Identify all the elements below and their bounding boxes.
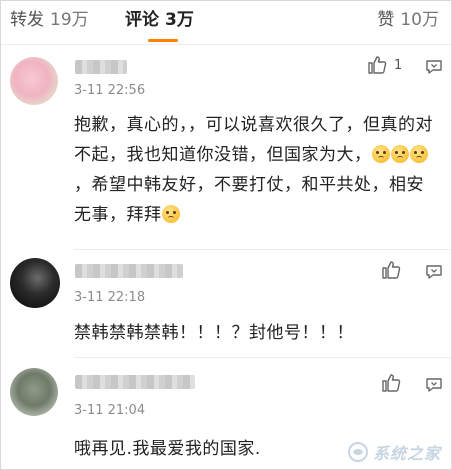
tab-comment-count: 3万 [165,10,194,30]
like-button[interactable] [381,260,401,280]
watermark: 系统之家 [347,440,441,464]
comment-item: 3-11 22:18 禁韩禁韩禁韩！！！？封他号！！！ [1,250,451,358]
comment-menu-icon [426,265,442,279]
username-blurred[interactable] [75,264,183,278]
comment-time: 3-11 21:04 [74,403,146,418]
tab-comment[interactable]: 评论 3万 [125,9,194,31]
sad-face-emoji [371,145,390,163]
tab-comment-label: 评论 [125,10,159,30]
tab-like[interactable]: 赞 10万 [377,9,439,31]
comment-time: 3-11 22:18 [74,290,146,305]
worried-face-emoji [390,145,409,163]
tab-repost[interactable]: 转发 19万 [10,9,89,31]
comment-menu-icon [426,378,442,392]
crying-face-emoji [409,145,428,163]
tab-repost-label: 转发 [10,10,44,30]
tab-repost-count: 19万 [50,10,89,30]
thumbs-up-icon [368,56,387,74]
comment-menu-button[interactable] [425,376,443,398]
watermark-text: 系统之家 [372,444,441,463]
avatar[interactable] [10,57,58,105]
thumbs-up-icon [382,374,401,392]
comment-time: 3-11 22:56 [74,83,146,98]
like-count: 1 [394,57,403,73]
username-blurred[interactable] [75,60,127,74]
username-blurred[interactable] [75,375,195,389]
tab-bar: 转发 19万 评论 3万 赞 10万 [1,1,451,45]
tab-like-label: 赞 [377,10,395,30]
comment-text: 禁韩禁韩禁韩！！！？封他号！！！ [74,323,354,343]
avatar[interactable] [10,368,58,416]
thumbs-up-icon [382,261,401,279]
comment-menu-button[interactable] [425,58,443,80]
comment-text: 抱歉，真心的，，可以说喜欢很久了，但真的对不起，我也知道你没错，但国家为大，，希… [74,110,439,230]
comment-item: 3-11 22:56 1 抱歉，真心的，，可以说喜欢很久了，但真的对不起，我也知… [1,46,451,250]
avatar[interactable] [10,258,60,308]
like-button[interactable]: 1 [367,55,402,75]
watermark-logo-icon [347,442,368,462]
tab-like-count: 10万 [400,10,439,30]
active-tab-indicator [148,39,178,42]
comment-menu-button[interactable] [425,263,443,285]
comment-panel: 转发 19万 评论 3万 赞 10万 3-11 22:56 1 抱歉，真心的，，可以说… [0,0,452,470]
comment-text-part2: ，希望中韩友好，不要打仗，和平共处，相安无事，拜拜 [74,175,424,225]
comment-menu-icon [426,60,442,74]
crying-face-emoji [161,205,180,223]
like-button[interactable] [381,373,401,393]
